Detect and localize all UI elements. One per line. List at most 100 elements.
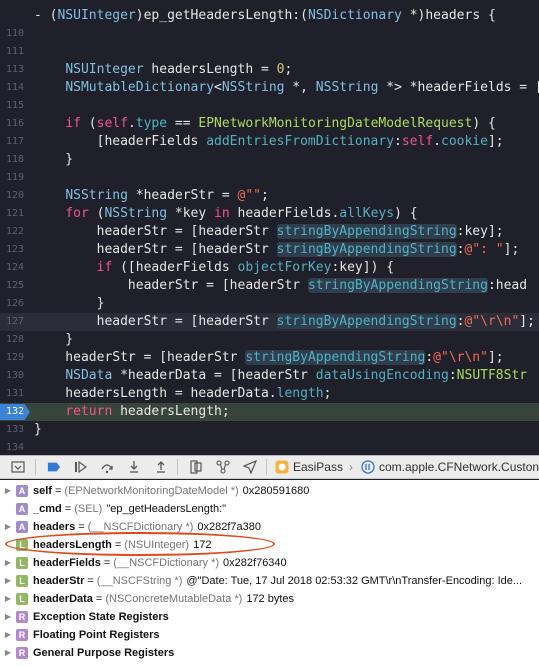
disclosure-triangle-icon[interactable]: ▶ (4, 644, 12, 662)
code-text: NSData *headerData = [headerStr dataUsin… (34, 367, 527, 385)
code-line[interactable]: 133} (0, 421, 539, 439)
code-token: ]; (503, 242, 520, 257)
memory-graph-button[interactable] (215, 457, 232, 477)
code-line[interactable]: 127 headerStr = [headerStr stringByAppen… (0, 313, 539, 331)
code-token: } (34, 152, 74, 167)
code-line[interactable]: 113 NSUInteger headersLength = 0; (0, 61, 539, 79)
line-number: 122 (5, 226, 24, 237)
register-group-row[interactable]: ▶ R Exception State Registers (0, 608, 539, 626)
variables-view[interactable]: ▶ Aself = (EPNetworkMonitoringDateModel *) 0… (0, 480, 539, 667)
register-group-row[interactable]: ▶ R Floating Point Registers (0, 626, 539, 644)
step-over-icon (101, 464, 113, 474)
code-token: NSUTF8Str (456, 368, 528, 383)
hide-debug-area-button[interactable] (10, 457, 27, 477)
breakpoints-toggle-button[interactable] (46, 457, 63, 477)
code-token: for (65, 206, 89, 221)
code-line[interactable]: 114 NSMutableDictionary<NSString *, NSSt… (0, 79, 539, 97)
code-line[interactable]: 111 (0, 43, 539, 61)
frame-breadcrumb[interactable]: com.apple.CFNetwork.Custon (361, 460, 539, 474)
toolbar-separator (177, 459, 178, 475)
line-number: 128 (5, 334, 24, 345)
app-icon (275, 460, 289, 474)
code-token: ; (323, 386, 332, 401)
code-token: headersLength = headerData. (34, 386, 277, 401)
code-line[interactable]: 123 headerStr = [headerStr stringByAppen… (0, 241, 539, 259)
code-token: *headerStr = (127, 188, 238, 203)
code-line[interactable]: 126 } (0, 295, 539, 313)
variable-row[interactable]: ▶ Aself = (EPNetworkMonitoringDateModel *) 0… (0, 482, 539, 500)
code-token: length (276, 386, 324, 401)
line-number: 134 (5, 442, 24, 453)
variable-row[interactable]: ▶ Aheaders = (__NSCFDictionary *) 0x282f7a38… (0, 518, 539, 536)
code-line[interactable]: 120 NSString *headerStr = @""; (0, 187, 539, 205)
variable-value: "ep_getHeadersLength:" (106, 503, 227, 515)
code-line[interactable]: 130 NSData *headerData = [headerStr data… (0, 367, 539, 385)
disclosure-triangle-icon[interactable]: ▶ (4, 554, 12, 572)
variable-row[interactable]: ▶ LheaderStr = (__NSCFString *) @"Date: Tue,… (0, 572, 539, 590)
instruction-pointer-icon[interactable]: 132 (0, 404, 30, 420)
code-line[interactable]: 118 } (0, 151, 539, 169)
simulate-location-button[interactable] (241, 457, 258, 477)
register-group-row[interactable]: ▶ R General Purpose Registers (0, 644, 539, 662)
code-line[interactable]: 121 for (NSString *key in headerFields.a… (0, 205, 539, 223)
code-token: addEntriesFromDictionary (206, 134, 395, 149)
variable-name: Exception State Registers (33, 611, 169, 623)
disclosure-triangle-icon[interactable]: ▶ (4, 518, 12, 536)
disclosure-triangle-icon[interactable]: ▶ (4, 482, 12, 500)
code-line[interactable]: 115 (0, 97, 539, 115)
variable-kind-badge: L (16, 575, 28, 587)
code-line[interactable]: 124 if ([headerFields objectForKey:key])… (0, 259, 539, 277)
variable-name: headerData (33, 593, 93, 605)
code-line[interactable]: 125 headerStr = [headerStr stringByAppen… (0, 277, 539, 295)
variable-row[interactable]: ▶ LheaderData = (NSConcreteMutableData *) 17… (0, 590, 539, 608)
disclosure-triangle-icon[interactable]: ▶ (4, 608, 12, 626)
code-text: headerStr = [headerStr stringByAppending… (34, 277, 527, 295)
code-line[interactable]: 116 if (self.type == EPNetworkMonitoring… (0, 115, 539, 133)
continue-button[interactable] (72, 457, 89, 477)
code-token: *, (284, 80, 316, 95)
code-text: headerStr = [headerStr stringByAppending… (34, 313, 535, 331)
disclosure-triangle-icon[interactable]: ▶ (4, 626, 12, 644)
code-line[interactable]: 119 (0, 169, 539, 187)
variable-name: Floating Point Registers (33, 629, 160, 641)
code-token: ) { (472, 116, 496, 131)
thread-breadcrumb[interactable]: EasiPass › (275, 460, 353, 474)
code-line[interactable]: - (NSUInteger)ep_getHeadersLength:(NSDic… (0, 7, 539, 25)
code-line[interactable]: 134 (0, 439, 539, 455)
equals-sign: = (114, 539, 122, 551)
code-token: NSString (65, 188, 128, 203)
step-out-button[interactable] (152, 457, 169, 477)
code-token: @"\r\n" (464, 314, 520, 329)
view-hierarchy-button[interactable] (188, 457, 205, 477)
variable-type: (__NSCFDictionary *) (113, 557, 220, 569)
code-token: *> *headerFields = [ (378, 80, 539, 95)
disclosure-triangle-icon[interactable]: ▶ (4, 590, 12, 608)
memory-graph-icon (216, 460, 230, 474)
disclosure-triangle-icon[interactable]: ▶ (4, 572, 12, 590)
code-token: ) { (394, 206, 418, 221)
code-line[interactable]: 129 headerStr = [headerStr stringByAppen… (0, 349, 539, 367)
code-line[interactable]: 131 headersLength = headerData.length; (0, 385, 539, 403)
code-token: headersLength; (112, 404, 230, 419)
code-text: if (self.type == EPNetworkMonitoringDate… (34, 115, 496, 133)
variable-row[interactable]: A _cmd = (SEL) "ep_getHeadersLength:" (0, 500, 539, 518)
step-over-button[interactable] (99, 457, 116, 477)
variable-row[interactable]: ▶ LheaderFields = (__NSCFDictionary *) 0x282… (0, 554, 539, 572)
source-editor[interactable]: - (NSUInteger)ep_getHeadersLength:(NSDic… (0, 0, 539, 455)
code-text: headerStr = [headerStr stringByAppending… (34, 241, 519, 259)
step-into-button[interactable] (126, 457, 143, 477)
code-token: if (65, 116, 81, 131)
code-line[interactable]: 128 } (0, 331, 539, 349)
equals-sign: = (103, 557, 111, 569)
code-line[interactable]: 110 (0, 25, 539, 43)
equals-sign: = (64, 503, 72, 515)
debug-toolbar: EasiPass › com.apple.CFNetwork.Custon (0, 455, 539, 479)
variable-row[interactable]: LheadersLength = (NSUInteger) 172 (0, 536, 539, 554)
code-line[interactable]: 122 headerStr = [headerStr stringByAppen… (0, 223, 539, 241)
current-execution-line[interactable]: 132 return headersLength; (0, 403, 539, 421)
code-line[interactable]: 117 [headerFields addEntriesFromDictiona… (0, 133, 539, 151)
equals-sign: = (87, 575, 94, 587)
code-token: : (394, 134, 402, 149)
